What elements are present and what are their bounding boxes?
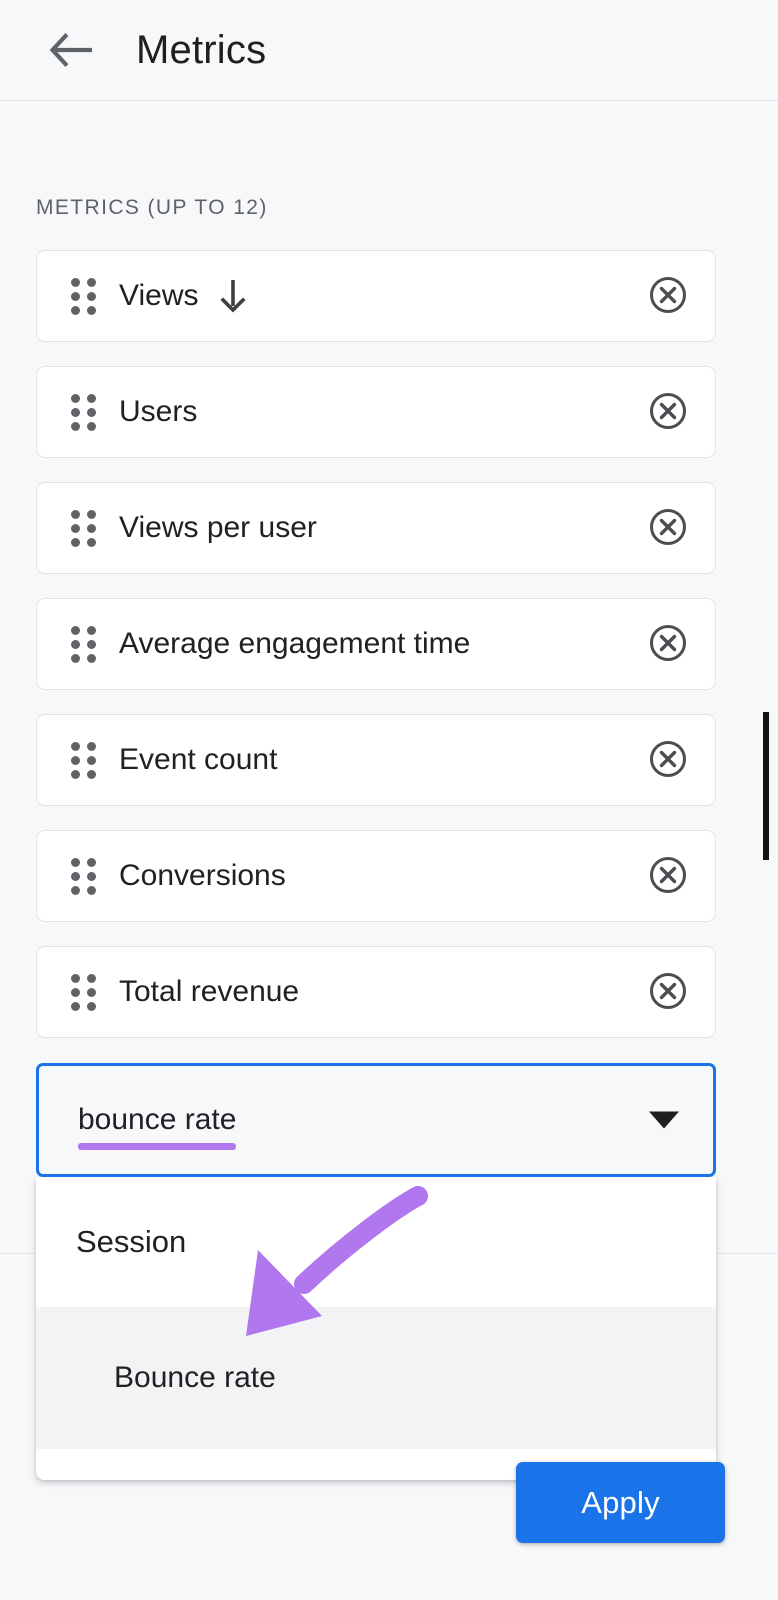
metric-row[interactable]: Total revenue: [36, 946, 716, 1038]
remove-metric-button[interactable]: [647, 739, 689, 781]
remove-metric-button[interactable]: [647, 391, 689, 433]
drag-handle-icon[interactable]: [71, 393, 97, 431]
drag-handle-icon[interactable]: [71, 625, 97, 663]
remove-metric-button[interactable]: [647, 275, 689, 317]
remove-metric-button[interactable]: [647, 855, 689, 897]
close-circle-icon: [648, 739, 688, 782]
dropdown-group-label: Session: [76, 1224, 187, 1259]
metric-dropdown-menu: Session Bounce rate: [36, 1177, 716, 1480]
back-button[interactable]: [44, 22, 100, 78]
metric-label: Event count: [119, 743, 278, 776]
metric-label: Conversions: [119, 859, 286, 892]
close-circle-icon: [648, 391, 688, 434]
close-circle-icon: [648, 275, 688, 318]
close-circle-icon: [648, 971, 688, 1014]
close-circle-icon: [648, 507, 688, 550]
metric-row[interactable]: Views: [36, 250, 716, 342]
metric-row[interactable]: Views per user: [36, 482, 716, 574]
metric-row[interactable]: Conversions: [36, 830, 716, 922]
close-circle-icon: [648, 623, 688, 666]
drag-handle-icon[interactable]: [71, 509, 97, 547]
page-title: Metrics: [136, 28, 267, 72]
metric-label: Total revenue: [119, 975, 300, 1008]
search-input[interactable]: bounce rate: [78, 1103, 236, 1136]
arrow-down-icon[interactable]: [218, 278, 248, 314]
page-header: Metrics: [0, 0, 778, 101]
remove-metric-button[interactable]: [647, 507, 689, 549]
metric-row[interactable]: Users: [36, 366, 716, 458]
metric-label: Average engagement time: [119, 627, 471, 660]
metric-label: Views: [119, 279, 199, 312]
metrics-list: Views Users Views per user Average engag…: [36, 250, 716, 1062]
remove-metric-button[interactable]: [647, 623, 689, 665]
scrollbar-thumb[interactable]: [763, 712, 769, 860]
annotation-underline: [78, 1143, 237, 1150]
drag-handle-icon[interactable]: [71, 857, 97, 895]
arrow-left-icon: [49, 33, 95, 67]
metric-row[interactable]: Event count: [36, 714, 716, 806]
select-value-wrapper: bounce rate: [78, 1103, 237, 1150]
drag-handle-icon[interactable]: [71, 973, 97, 1011]
drag-handle-icon[interactable]: [71, 741, 97, 779]
dropdown-option-bounce-rate[interactable]: Bounce rate: [36, 1307, 716, 1449]
add-metric-select[interactable]: bounce rate: [36, 1063, 716, 1177]
drag-handle-icon[interactable]: [71, 277, 97, 315]
metric-label: Users: [119, 395, 198, 428]
metric-label: Views per user: [119, 511, 317, 544]
chevron-down-icon[interactable]: [649, 1111, 679, 1129]
metric-row[interactable]: Average engagement time: [36, 598, 716, 690]
close-circle-icon: [648, 855, 688, 898]
apply-button[interactable]: Apply: [516, 1462, 725, 1543]
section-label: METRICS (UP TO 12): [36, 196, 268, 219]
remove-metric-button[interactable]: [647, 971, 689, 1013]
